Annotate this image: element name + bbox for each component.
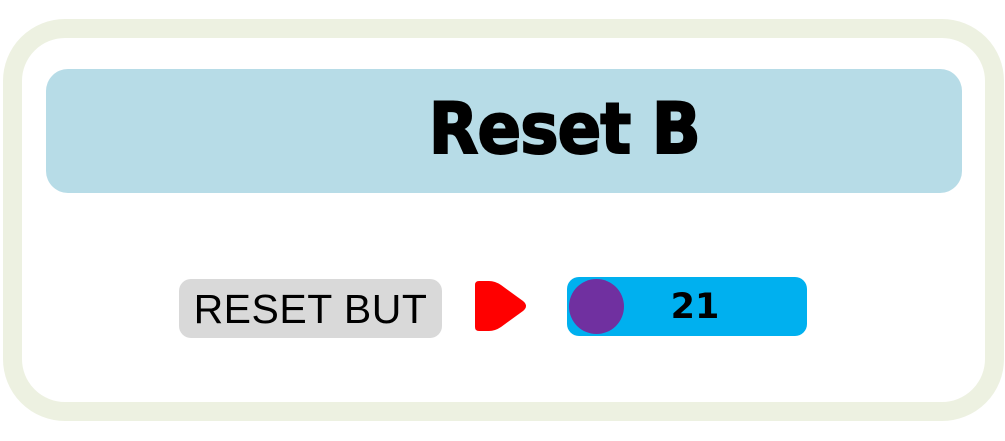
title-bar: Reset B (46, 69, 962, 193)
page-title: Reset B (428, 87, 702, 171)
reset-button-label: RESET BUT (193, 286, 428, 332)
value-slider[interactable]: 21 (567, 277, 807, 336)
reset-button[interactable]: RESET BUT (179, 279, 442, 338)
value-display: 21 (670, 287, 720, 327)
play-arrow-icon (475, 281, 526, 331)
